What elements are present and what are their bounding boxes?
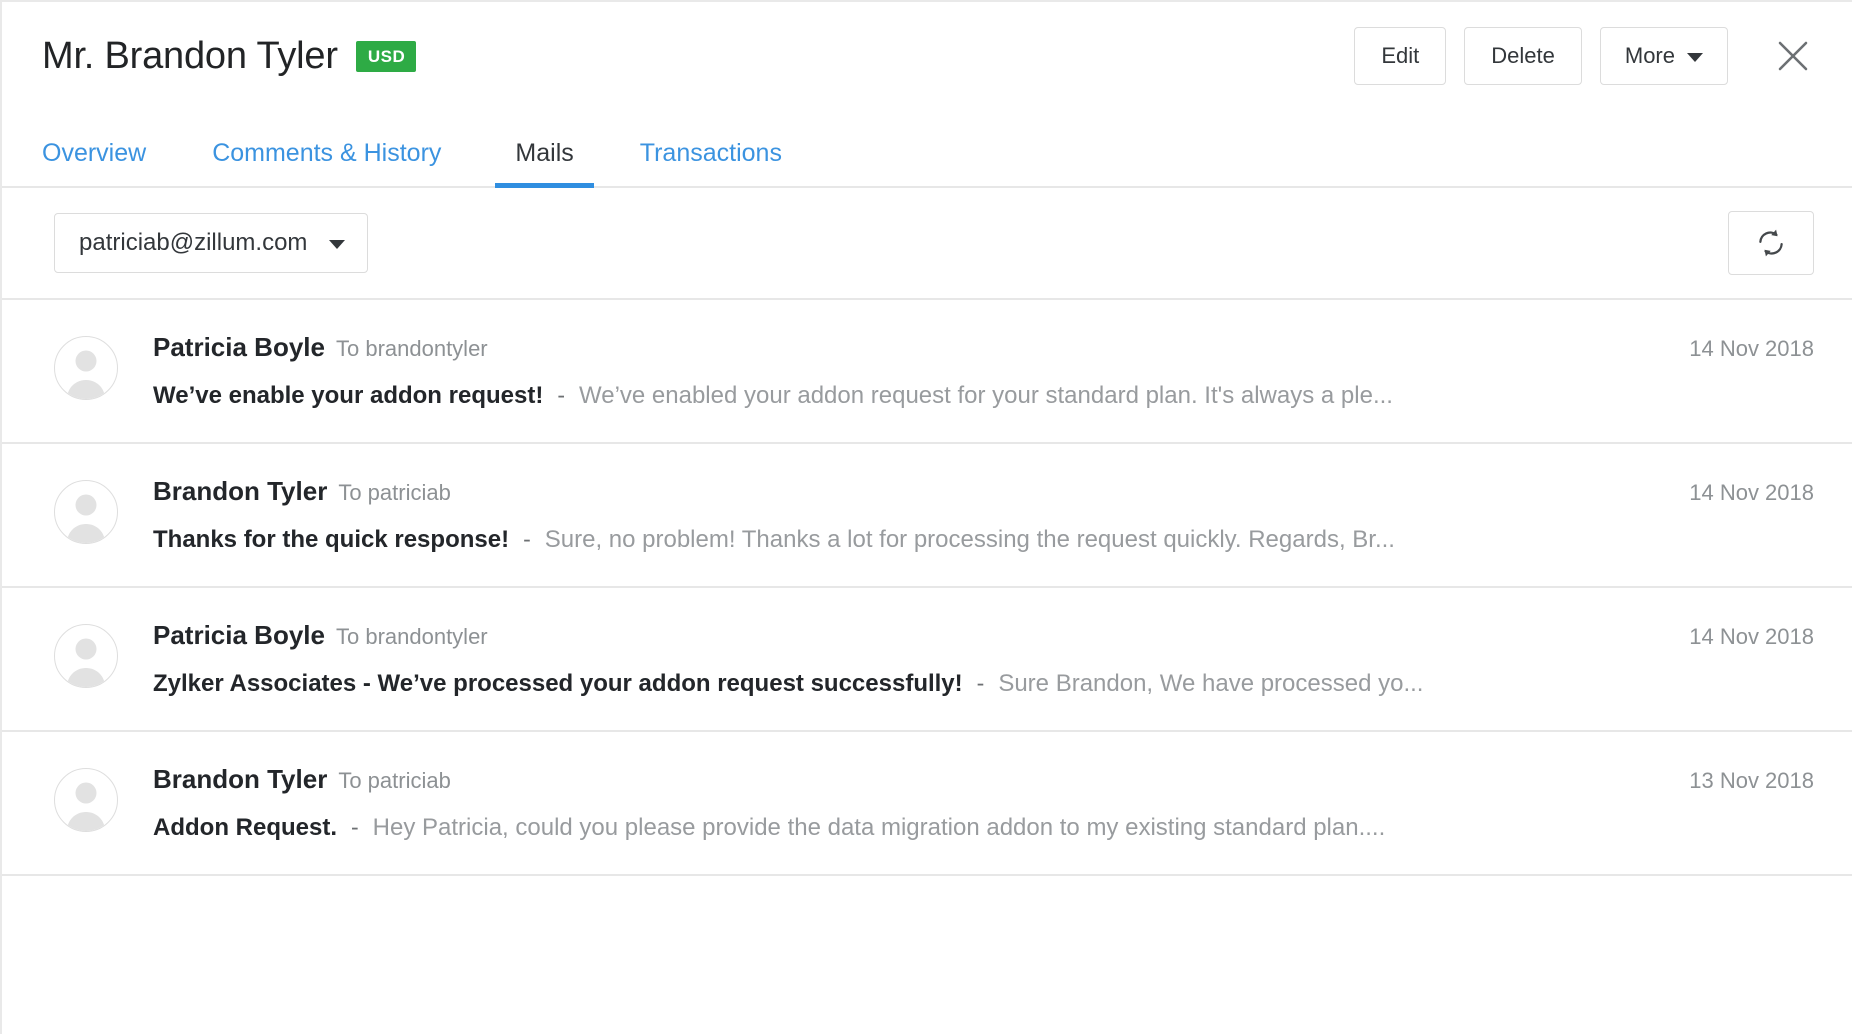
tab-comments-history[interactable]: Comments & History: [212, 141, 441, 186]
mail-sender: Brandon Tyler: [153, 764, 327, 795]
user-avatar-icon: [55, 337, 117, 399]
tab-bar: Overview Comments & History Mails Transa…: [2, 110, 1852, 188]
mail-date: 14 Nov 2018: [1604, 330, 1814, 362]
mail-header-line: Patricia Boyle To brandontyler: [153, 620, 1604, 651]
mail-header-line: Brandon Tyler To patriciab: [153, 476, 1604, 507]
mail-header-line: Brandon Tyler To patriciab: [153, 764, 1604, 795]
refresh-icon: [1754, 226, 1788, 260]
tab-transactions[interactable]: Transactions: [640, 141, 782, 186]
currency-badge: USD: [356, 41, 416, 72]
contact-detail-panel: Mr. Brandon Tyler USD Edit Delete More O…: [0, 0, 1852, 1034]
mail-recipient: To patriciab: [338, 480, 451, 506]
user-avatar-icon: [55, 481, 117, 543]
mail-list-item[interactable]: Patricia Boyle To brandontyler We’ve ena…: [2, 300, 1852, 444]
avatar: [54, 336, 118, 400]
mail-separator: -: [523, 526, 531, 553]
close-button[interactable]: [1770, 33, 1816, 79]
close-icon: [1776, 39, 1810, 73]
mail-content: Brandon Tyler To patriciab Addon Request…: [118, 762, 1604, 842]
mail-recipient: To brandontyler: [336, 336, 488, 362]
page-title: Mr. Brandon Tyler: [42, 35, 338, 78]
header-actions: Edit Delete More: [1354, 27, 1816, 85]
mail-sender: Brandon Tyler: [153, 476, 327, 507]
title-area: Mr. Brandon Tyler USD: [42, 35, 1354, 78]
mail-account-dropdown[interactable]: patriciab@zillum.com: [54, 213, 368, 273]
tab-mails[interactable]: Mails: [507, 141, 581, 186]
mail-subject: Thanks for the quick response!: [153, 526, 509, 554]
tab-overview[interactable]: Overview: [42, 141, 146, 186]
mail-recipient: To brandontyler: [336, 624, 488, 650]
avatar: [54, 480, 118, 544]
mail-subject-line: Zylker Associates - We’ve processed your…: [153, 670, 1604, 698]
mail-subject: Zylker Associates - We’ve processed your…: [153, 670, 963, 698]
chevron-down-icon: [329, 240, 345, 249]
more-button[interactable]: More: [1600, 27, 1728, 85]
mail-header-line: Patricia Boyle To brandontyler: [153, 332, 1604, 363]
edit-button[interactable]: Edit: [1354, 27, 1446, 85]
refresh-button[interactable]: [1728, 211, 1814, 275]
avatar: [54, 624, 118, 688]
mail-subject-line: We’ve enable your addon request! - We’ve…: [153, 382, 1604, 410]
mail-recipient: To patriciab: [338, 768, 451, 794]
mail-separator: -: [557, 382, 565, 409]
mail-subject-line: Addon Request. - Hey Patricia, could you…: [153, 814, 1604, 842]
panel-header: Mr. Brandon Tyler USD Edit Delete More: [2, 2, 1852, 110]
mail-content: Brandon Tyler To patriciab Thanks for th…: [118, 474, 1604, 554]
mail-sender: Patricia Boyle: [153, 620, 325, 651]
mail-sender: Patricia Boyle: [153, 332, 325, 363]
mail-filter-bar: patriciab@zillum.com: [2, 188, 1852, 300]
mail-subject-line: Thanks for the quick response! - Sure, n…: [153, 526, 1604, 554]
mail-content: Patricia Boyle To brandontyler Zylker As…: [118, 618, 1604, 698]
mail-separator: -: [977, 670, 985, 697]
more-button-label: More: [1625, 43, 1675, 69]
mail-account-value: patriciab@zillum.com: [79, 229, 307, 257]
mail-list-item[interactable]: Patricia Boyle To brandontyler Zylker As…: [2, 588, 1852, 732]
mail-preview: Hey Patricia, could you please provide t…: [373, 814, 1604, 842]
mail-preview: We’ve enabled your addon request for you…: [579, 382, 1604, 410]
avatar: [54, 768, 118, 832]
mail-subject: Addon Request.: [153, 814, 337, 842]
mail-list: Patricia Boyle To brandontyler We’ve ena…: [2, 300, 1852, 876]
delete-button[interactable]: Delete: [1464, 27, 1582, 85]
mail-preview: Sure Brandon, We have processed yo...: [998, 670, 1604, 698]
mail-subject: We’ve enable your addon request!: [153, 382, 543, 410]
chevron-down-icon: [1687, 53, 1703, 62]
mail-date: 13 Nov 2018: [1604, 762, 1814, 794]
user-avatar-icon: [55, 769, 117, 831]
mail-list-item[interactable]: Brandon Tyler To patriciab Thanks for th…: [2, 444, 1852, 588]
mail-date: 14 Nov 2018: [1604, 474, 1814, 506]
user-avatar-icon: [55, 625, 117, 687]
mail-content: Patricia Boyle To brandontyler We’ve ena…: [118, 330, 1604, 410]
mail-preview: Sure, no problem! Thanks a lot for proce…: [545, 526, 1604, 554]
mail-separator: -: [351, 814, 359, 841]
mail-list-item[interactable]: Brandon Tyler To patriciab Addon Request…: [2, 732, 1852, 876]
mail-date: 14 Nov 2018: [1604, 618, 1814, 650]
